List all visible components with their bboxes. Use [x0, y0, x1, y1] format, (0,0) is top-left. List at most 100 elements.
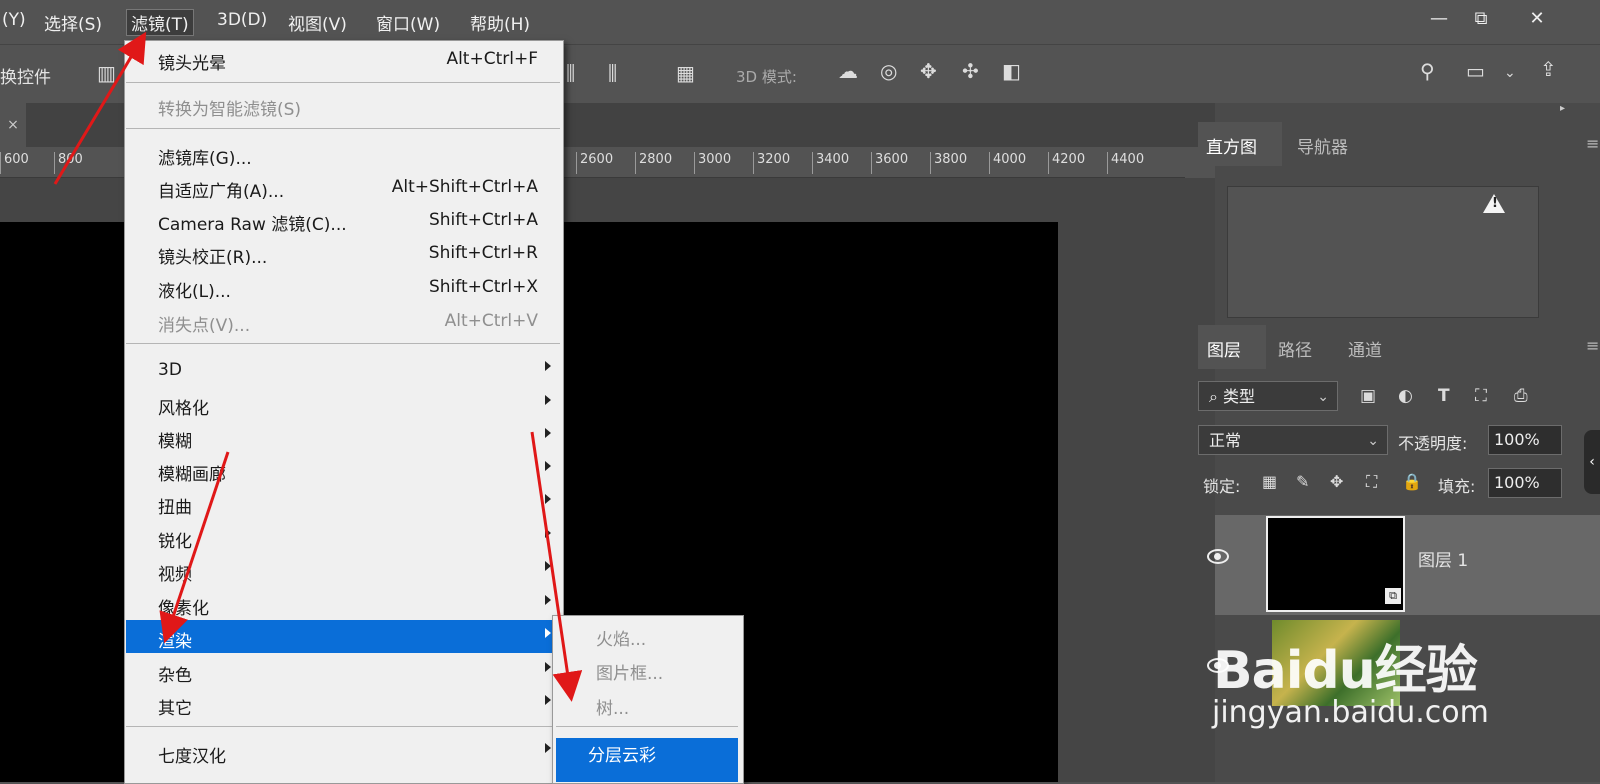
close-button[interactable]: ✕ — [1522, 6, 1552, 32]
menu-separator — [126, 82, 560, 83]
layer-thumbnail — [1266, 516, 1405, 612]
submenu-item-flame[interactable]: 火焰... — [596, 625, 646, 650]
menu-item-distort[interactable]: 扭曲 — [158, 493, 192, 518]
smart-object-badge-icon: ⧉ — [1385, 588, 1401, 604]
menu-item-liquify[interactable]: 液化(L)... — [158, 277, 231, 302]
lock-paint-icon[interactable]: ✎ — [1296, 472, 1309, 492]
type-filter-icon[interactable]: T — [1438, 386, 1450, 406]
menu-item-blur[interactable]: 模糊 — [158, 427, 192, 452]
submenu-arrow-icon — [545, 361, 551, 371]
tab-paths[interactable]: 路径 — [1278, 336, 1312, 361]
chevron-down-icon[interactable]: ⌄ — [1504, 63, 1516, 83]
panel-expand-icon[interactable]: ‹ — [1584, 430, 1600, 494]
3d-drag-icon[interactable]: ✥ — [920, 61, 937, 81]
opacity-input[interactable]: 100% — [1488, 425, 1562, 455]
baidu-watermark-url: jingyan.baidu.com — [1212, 695, 1489, 730]
menu-window[interactable]: 窗口(W) — [376, 10, 440, 35]
distribute-horizontal-icon[interactable]: ⫼ — [608, 63, 617, 83]
submenu-arrow-icon — [545, 395, 551, 405]
menu-item-render[interactable]: 渲染 — [158, 627, 192, 652]
panel-menu-icon[interactable]: ≡ — [1586, 336, 1599, 355]
tab-navigator[interactable]: 导航器 — [1297, 133, 1348, 158]
lock-transparency-icon[interactable]: ▦ — [1262, 472, 1277, 492]
menu-select[interactable]: 选择(S) — [44, 10, 102, 35]
workspace-icon[interactable]: ▭ — [1466, 61, 1485, 81]
3d-slide-icon[interactable]: ✣ — [962, 61, 979, 81]
share-icon[interactable]: ⇪ — [1540, 59, 1557, 79]
ruler-tick: 800 — [54, 152, 83, 174]
3d-rotate-icon[interactable]: ☁ — [838, 61, 858, 81]
3d-mode-label: 3D 模式: — [736, 68, 797, 86]
menu-item-stylize[interactable]: 风格化 — [158, 394, 209, 419]
panel-collapse-icon[interactable]: ▸ — [1560, 103, 1565, 114]
menu-item-sharpen[interactable]: 锐化 — [158, 527, 192, 552]
lock-all-icon[interactable]: 🔒 — [1402, 472, 1422, 492]
menu-help[interactable]: 帮助(H) — [470, 10, 530, 35]
blend-mode-dropdown[interactable]: 正常 ⌄ — [1198, 425, 1388, 455]
shape-filter-icon[interactable]: ⛶ — [1475, 386, 1487, 406]
menu-item-adaptive-wide-angle[interactable]: 自适应广角(A)... — [158, 177, 284, 202]
layer-filter-dropdown[interactable]: ⌕ 类型 ⌄ — [1198, 381, 1338, 411]
menu-separator — [126, 726, 560, 727]
lock-move-icon[interactable]: ✥ — [1330, 472, 1343, 492]
menu-item-other[interactable]: 其它 — [158, 694, 192, 719]
menu-item-lens-correction[interactable]: 镜头校正(R)... — [158, 243, 267, 268]
menu-item-convert-smart-filter[interactable]: 转换为智能滤镜(S) — [158, 95, 301, 120]
fill-label: 填充: — [1438, 477, 1476, 496]
menu-item-filter-gallery[interactable]: 滤镜库(G)... — [158, 144, 252, 169]
ruler-tick: 3600 — [871, 152, 908, 174]
submenu-arrow-icon — [545, 528, 551, 538]
minimize-button[interactable]: — — [1424, 6, 1454, 32]
filter-kind-value: 类型 — [1223, 387, 1256, 406]
smart-object-filter-icon[interactable]: ⎙ — [1514, 386, 1528, 406]
menu-item-noise[interactable]: 杂色 — [158, 661, 192, 686]
submenu-arrow-icon — [545, 662, 551, 672]
3d-scale-icon[interactable]: ◧ — [1002, 61, 1021, 81]
search-icon[interactable]: ⚲ — [1420, 61, 1435, 81]
auto-align-icon[interactable]: ▦ — [676, 63, 695, 83]
panel-menu-icon[interactable]: ≡ — [1586, 134, 1599, 153]
tab-layers[interactable]: 图层 — [1207, 336, 1241, 361]
menu-view[interactable]: 视图(V) — [288, 10, 347, 35]
distribute-icon[interactable]: ⫼ — [566, 63, 575, 83]
lock-artboard-icon[interactable]: ⛶ — [1366, 472, 1377, 492]
opacity-label: 不透明度: — [1398, 434, 1468, 453]
tab-histogram[interactable]: 直方图 — [1206, 133, 1257, 158]
ruler-tick: 3800 — [930, 152, 967, 174]
visibility-eye-icon[interactable] — [1207, 549, 1229, 564]
warning-icon[interactable]: ! — [1483, 194, 1505, 213]
ruler-tick: 3000 — [694, 152, 731, 174]
baidu-watermark-logo: Baidu经验 — [1213, 641, 1478, 701]
menu-item-vanishing-point[interactable]: 消失点(V)... — [158, 311, 250, 336]
menu-item-partial[interactable]: (Y) — [2, 10, 26, 30]
menu-filter[interactable]: 滤镜(T) — [126, 9, 194, 36]
tab-channels[interactable]: 通道 — [1348, 336, 1382, 361]
menu-separator — [126, 343, 560, 344]
submenu-item-tree[interactable]: 树... — [596, 694, 629, 719]
submenu-item-difference-clouds[interactable]: 分层云彩 — [588, 741, 656, 766]
layer-name[interactable]: 图层 1 — [1418, 546, 1468, 571]
menu-item-video[interactable]: 视频 — [158, 560, 192, 585]
menu-item-blur-gallery[interactable]: 模糊画廊 — [158, 460, 226, 485]
menu-3d[interactable]: 3D(D) — [217, 10, 267, 30]
menu-item-3d[interactable]: 3D — [158, 360, 182, 380]
fill-input[interactable]: 100% — [1488, 468, 1562, 498]
submenu-arrow-icon — [545, 461, 551, 471]
menu-item-lens-flare[interactable]: 镜头光晕 — [158, 49, 226, 74]
menu-item-qidu-hanhua[interactable]: 七度汉化 — [158, 742, 226, 767]
menu-separator — [556, 726, 738, 727]
image-filter-icon[interactable]: ▣ — [1360, 386, 1376, 406]
submenu-item-picture-frame[interactable]: 图片框... — [596, 659, 663, 684]
menu-item-pixelate[interactable]: 像素化 — [158, 594, 209, 619]
adjustment-filter-icon[interactable]: ◐ — [1398, 386, 1413, 406]
menu-item-camera-raw[interactable]: Camera Raw 滤镜(C)... — [158, 210, 347, 235]
submenu-arrow-icon — [545, 743, 551, 753]
align-top-icon[interactable]: ▥ — [97, 63, 116, 83]
submenu-arrow-icon — [545, 595, 551, 605]
restore-button[interactable]: ⧉ — [1466, 6, 1496, 32]
submenu-arrow-icon — [545, 628, 551, 638]
shortcut-text: Alt+Ctrl+V — [444, 311, 538, 331]
3d-roll-icon[interactable]: ◎ — [880, 61, 897, 81]
document-tab-close[interactable]: × — [0, 103, 26, 147]
transform-controls-label[interactable]: 换控件 — [0, 63, 51, 88]
